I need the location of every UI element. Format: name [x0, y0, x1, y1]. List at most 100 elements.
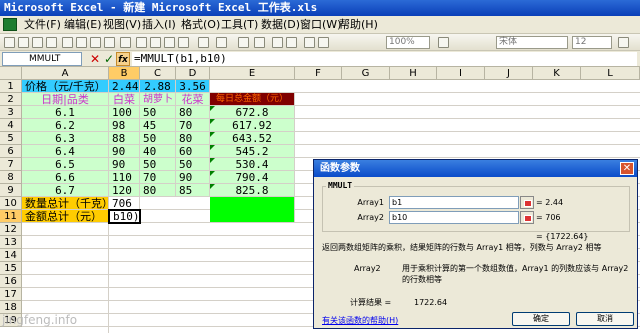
cell-c6[interactable]: 40 — [140, 145, 176, 158]
select-all-corner[interactable] — [0, 67, 22, 80]
cell-a6[interactable]: 6.4 — [22, 145, 109, 158]
cell-c2[interactable]: 胡萝卜 — [140, 93, 176, 106]
row-header[interactable]: 8 — [0, 171, 22, 184]
menu-view[interactable]: 视图(V) — [103, 18, 141, 32]
copy-icon[interactable] — [150, 37, 161, 48]
menu-help[interactable]: 帮助(H) — [339, 18, 378, 32]
cell-b8[interactable]: 110 — [109, 171, 140, 184]
row-header[interactable]: 1 — [0, 80, 22, 93]
cell-b2[interactable]: 白菜 — [109, 93, 140, 106]
row-header[interactable]: 15 — [0, 262, 22, 275]
cell-a2[interactable]: 日期|品类 — [22, 93, 109, 106]
undo-icon[interactable] — [198, 37, 209, 48]
paste-icon[interactable] — [164, 37, 175, 48]
name-box[interactable]: MMULT — [2, 52, 82, 66]
column-header[interactable]: K — [533, 67, 581, 80]
cell-d1[interactable]: 3.56 — [176, 80, 210, 93]
cell-b7[interactable]: 90 — [109, 158, 140, 171]
cell-a7[interactable]: 6.5 — [22, 158, 109, 171]
research-icon[interactable] — [120, 37, 131, 48]
cell-e3[interactable]: 672.8 — [210, 106, 295, 119]
cell-c3[interactable]: 50 — [140, 106, 176, 119]
column-header[interactable]: G — [342, 67, 390, 80]
cancel-entry-button[interactable]: ✕ — [88, 52, 102, 66]
menu-edit[interactable]: 编辑(E) — [64, 18, 102, 32]
cell-d8[interactable]: 90 — [176, 171, 210, 184]
row-header[interactable]: 2 — [0, 93, 22, 106]
permission-icon[interactable] — [46, 37, 57, 48]
cell-b3[interactable]: 100 — [109, 106, 140, 119]
row-header[interactable]: 5 — [0, 132, 22, 145]
cell-a9[interactable]: 6.7 — [22, 184, 109, 197]
array1-collapse-button[interactable] — [520, 196, 534, 209]
column-header[interactable]: I — [437, 67, 485, 80]
row-header[interactable]: 10 — [0, 197, 22, 210]
menu-window[interactable]: 窗口(W) — [300, 18, 341, 32]
close-icon[interactable]: ✕ — [620, 162, 634, 175]
row-header[interactable]: 7 — [0, 158, 22, 171]
cell-a1[interactable]: 价格（元/千克） — [22, 80, 109, 93]
cell-a5[interactable]: 6.3 — [22, 132, 109, 145]
sort-ascending-icon[interactable] — [272, 37, 283, 48]
format-painter-icon[interactable] — [178, 37, 189, 48]
cell-b1[interactable]: 2.44 — [109, 80, 140, 93]
column-header[interactable]: J — [485, 67, 533, 80]
cell-a10[interactable]: 数量总计（千克） — [22, 197, 113, 210]
cell-c7[interactable]: 50 — [140, 158, 176, 171]
row-header[interactable]: 16 — [0, 275, 22, 288]
enter-entry-button[interactable]: ✓ — [102, 52, 116, 66]
column-header[interactable]: A — [22, 67, 109, 80]
new-icon[interactable] — [4, 37, 15, 48]
row-header[interactable]: 14 — [0, 249, 22, 262]
cancel-button[interactable]: 取消 — [576, 312, 634, 326]
cell-e10-e11[interactable] — [210, 197, 295, 223]
row-header[interactable]: 3 — [0, 106, 22, 119]
cell-c8[interactable]: 70 — [140, 171, 176, 184]
insert-function-button[interactable]: fx — [116, 52, 130, 66]
column-header[interactable]: L — [581, 67, 640, 80]
cell-d2[interactable]: 花菜 — [176, 93, 210, 106]
menu-insert[interactable]: 插入(I) — [142, 18, 176, 32]
cell-b11-active[interactable]: b10) — [108, 209, 141, 224]
bold-icon[interactable] — [618, 37, 629, 48]
cell-e6[interactable]: 545.2 — [210, 145, 295, 158]
row-header[interactable]: 12 — [0, 223, 22, 236]
cell-e2[interactable]: 每日总金额（元） — [210, 93, 295, 106]
cell-c5[interactable]: 50 — [140, 132, 176, 145]
chart-wizard-icon[interactable] — [304, 37, 315, 48]
menu-tools[interactable]: 工具(T) — [221, 18, 258, 32]
cell-e7[interactable]: 530.4 — [210, 158, 295, 171]
cell-e5[interactable]: 643.52 — [210, 132, 295, 145]
cell-e9[interactable]: 825.8 — [210, 184, 295, 197]
menu-data[interactable]: 数据(D) — [261, 18, 300, 32]
hyperlink-icon[interactable] — [238, 37, 249, 48]
row-header[interactable]: 11 — [0, 210, 22, 223]
cell-d5[interactable]: 80 — [176, 132, 210, 145]
print-icon[interactable] — [76, 37, 87, 48]
redo-icon[interactable] — [216, 37, 227, 48]
cell-b6[interactable]: 90 — [109, 145, 140, 158]
cell-d6[interactable]: 60 — [176, 145, 210, 158]
open-icon[interactable] — [18, 37, 29, 48]
font-dropdown[interactable]: 宋体 — [496, 36, 568, 49]
column-header[interactable]: E — [210, 67, 295, 80]
array1-input[interactable]: b1 — [389, 196, 519, 209]
function-help-link[interactable]: 有关该函数的帮助(H) — [322, 315, 398, 326]
font-size-dropdown[interactable]: 12 — [572, 36, 612, 49]
cell-a11[interactable]: 金额总计（元） — [22, 210, 109, 223]
cell-b9[interactable]: 120 — [109, 184, 140, 197]
formula-input[interactable]: =MMULT(b1,b10) — [132, 52, 637, 66]
cell-d9[interactable]: 85 — [176, 184, 210, 197]
ok-button[interactable]: 确定 — [512, 312, 570, 326]
column-header[interactable]: D — [176, 67, 210, 80]
help-icon[interactable] — [438, 37, 449, 48]
cut-icon[interactable] — [136, 37, 147, 48]
cell-a8[interactable]: 6.6 — [22, 171, 109, 184]
menu-format[interactable]: 格式(O) — [181, 18, 220, 32]
cell-c1[interactable]: 2.88 — [140, 80, 176, 93]
autosum-icon[interactable] — [254, 37, 265, 48]
row-header[interactable]: 17 — [0, 288, 22, 301]
cell-a3[interactable]: 6.1 — [22, 106, 109, 119]
cell-b4[interactable]: 98 — [109, 119, 140, 132]
save-icon[interactable] — [32, 37, 43, 48]
